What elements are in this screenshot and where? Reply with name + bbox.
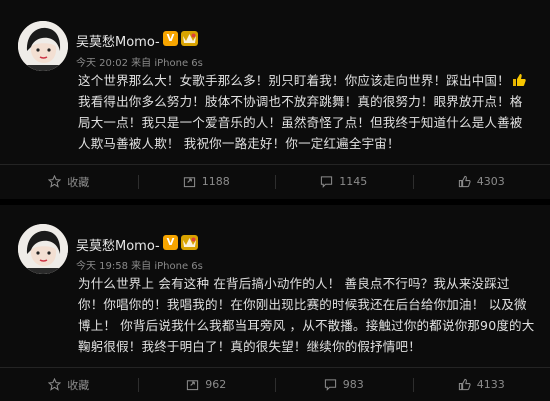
- avatar[interactable]: [18, 21, 68, 71]
- avatar[interactable]: [18, 224, 68, 274]
- action-bar: 收藏 1188 1145 4303: [0, 164, 550, 198]
- like-icon: [458, 378, 471, 391]
- v-verified-icon: V: [163, 235, 178, 250]
- action-bar: 收藏 962 983 4133: [0, 367, 550, 401]
- share-button[interactable]: 1188: [137, 165, 276, 198]
- star-icon: [48, 175, 62, 188]
- comment-count: 1145: [339, 175, 368, 188]
- favorite-button[interactable]: 收藏: [0, 165, 138, 198]
- like-count: 4303: [476, 175, 505, 188]
- post-line: 鞠躬很假！我终于明白了！真的很失望！继续你的假抒情吧！: [78, 339, 421, 354]
- comment-count: 983: [342, 378, 364, 391]
- post-line: 为什么世界上 会有这种 在背后搞小动作的人！ 善良点不行吗？我从来没踩过: [78, 276, 510, 291]
- post-meta: 今天 20:02 来自 iPhone 6s: [76, 58, 203, 69]
- favorite-label: 收藏: [67, 175, 90, 189]
- share-icon: [187, 380, 199, 391]
- username[interactable]: 吴莫愁Momo-: [76, 235, 160, 254]
- favorite-label: 收藏: [67, 378, 90, 392]
- like-button[interactable]: 4133: [412, 368, 550, 401]
- weibo-post: 吴莫愁Momo- V 今天 19:58 来自 iPhone 6s 为什么世界上 …: [0, 205, 550, 401]
- v-verified-icon: V: [163, 31, 178, 46]
- vip-icon[interactable]: [181, 31, 198, 46]
- like-button[interactable]: 4303: [412, 165, 550, 198]
- thumbs-up-icon: [512, 72, 526, 86]
- post-line: 局大一点！我只是一个爱音乐的人！虽然奇怪了点！但我终于知道什么是人善被: [78, 115, 523, 130]
- favorite-button[interactable]: 收藏: [0, 368, 138, 401]
- share-button[interactable]: 962: [137, 368, 276, 401]
- share-count: 962: [205, 378, 227, 391]
- weibo-post: 吴莫愁Momo- V 今天 20:02 来自 iPhone 6s 这个世界那么大…: [0, 0, 550, 199]
- like-count: 4133: [476, 378, 505, 391]
- post-line: 你！你唱你的！我唱我的！在你刚出现比赛的时候我还在后台给你加油！ 以及微: [78, 297, 527, 312]
- comment-icon: [321, 176, 333, 188]
- post-content: 为什么世界上 会有这种 在背后搞小动作的人！ 善良点不行吗？我从来没踩过 你！你…: [78, 273, 540, 357]
- vip-icon[interactable]: [181, 235, 198, 250]
- post-line: 博上！ 你背后说我什么我都当耳旁风 ，从不散播。接触过你的都说你那90度的大: [78, 318, 535, 333]
- star-icon: [48, 378, 62, 391]
- post-line: 人欺马善被人欺！ 我祝你一路走好！你一定红遍全宇宙！: [78, 136, 400, 151]
- comment-button[interactable]: 983: [275, 368, 413, 401]
- comment-icon: [324, 379, 336, 391]
- comment-button[interactable]: 1145: [275, 165, 413, 198]
- post-line: 这个世界那么大！女歌手那么多！别只盯着我！你应该走向世界！踩出中国！: [78, 70, 540, 91]
- share-icon: [183, 177, 195, 188]
- share-count: 1188: [201, 175, 230, 188]
- post-meta: 今天 19:58 来自 iPhone 6s: [76, 261, 203, 272]
- post-line: 我看得出你多么努力！肢体不协调也不放弃跳舞！真的很努力！眼界放开点！格: [78, 94, 523, 109]
- username[interactable]: 吴莫愁Momo-: [76, 31, 160, 50]
- like-icon: [458, 175, 471, 188]
- post-content: 这个世界那么大！女歌手那么多！别只盯着我！你应该走向世界！踩出中国！ 我看得出你…: [78, 70, 540, 154]
